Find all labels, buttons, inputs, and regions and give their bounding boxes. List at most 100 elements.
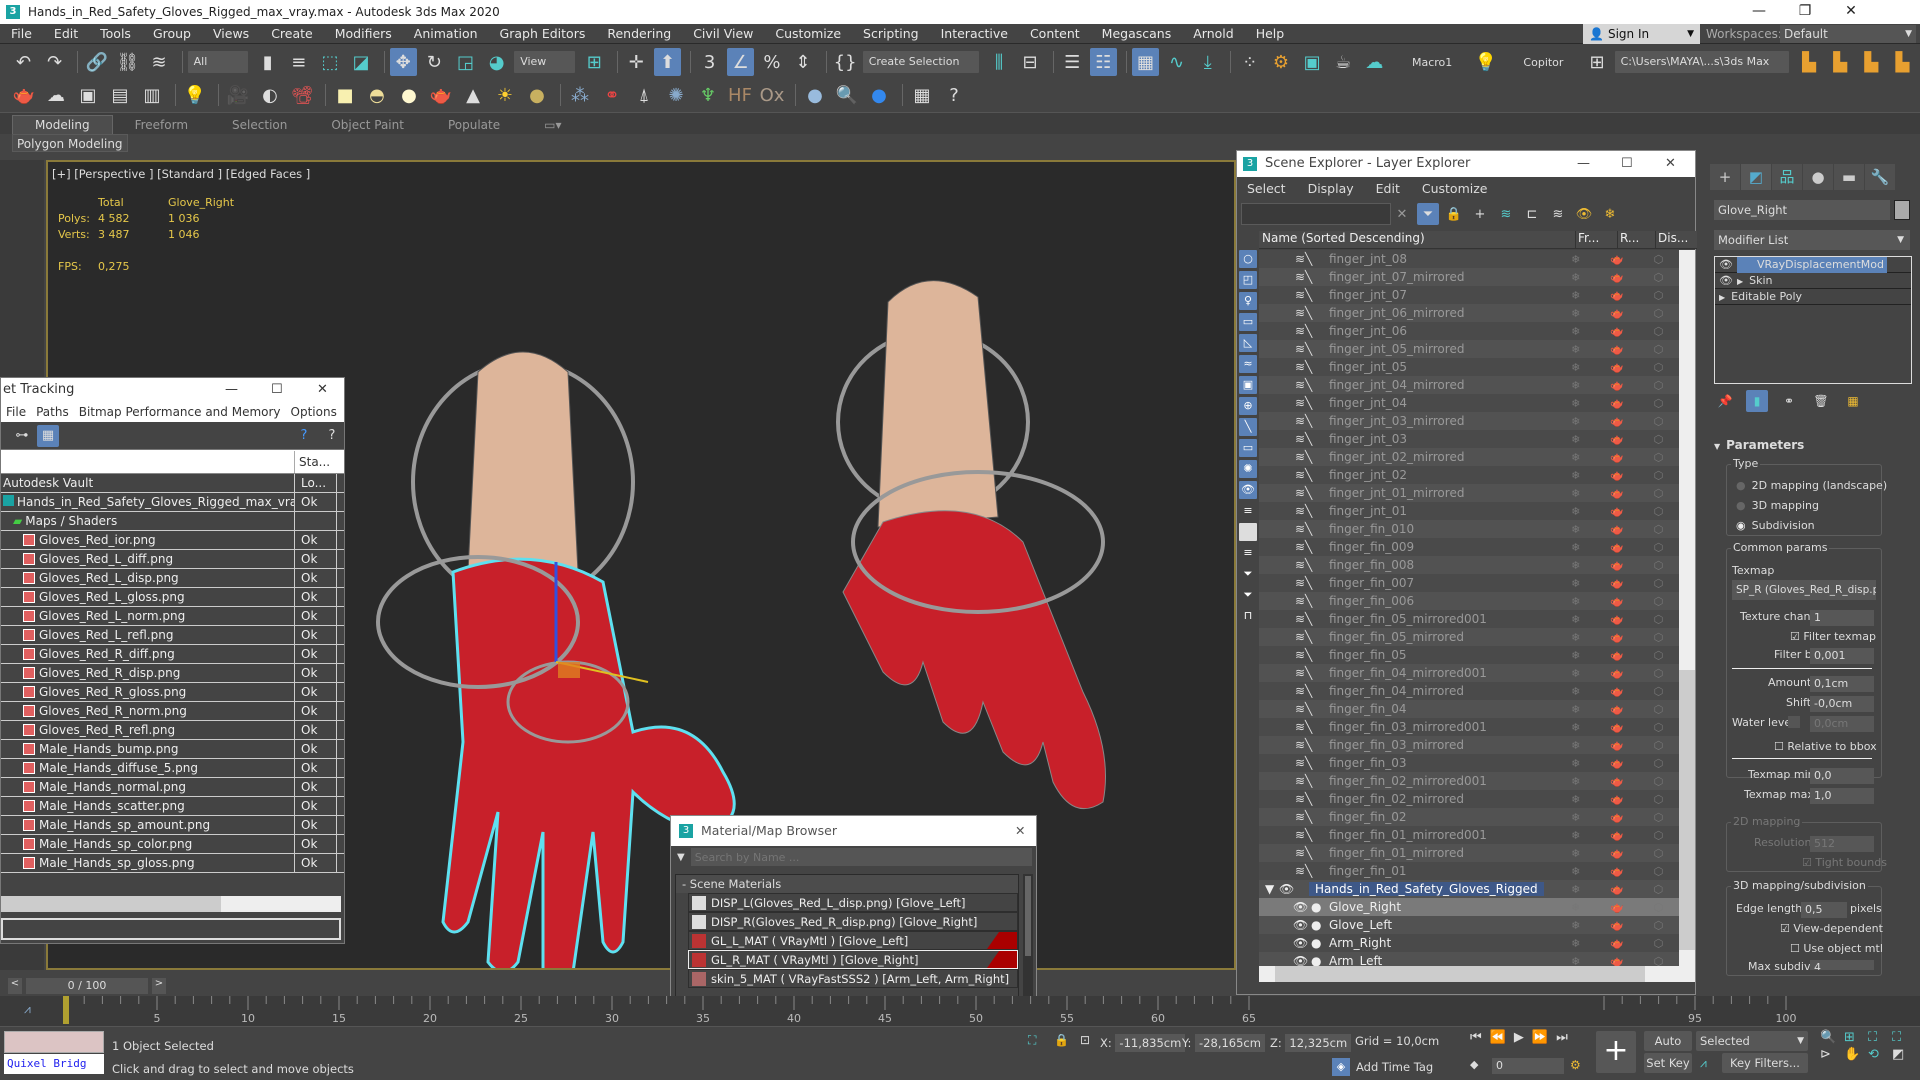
x-coordinate[interactable]: X: -11,835cm — [1100, 1034, 1186, 1052]
ribbon-options-icon[interactable]: ▭▾ — [522, 116, 583, 134]
renderable-toggle-icon[interactable]: 🫖 — [1596, 613, 1637, 626]
lightbulb-icon[interactable]: 💡 — [1472, 48, 1499, 76]
layers-icon[interactable]: ≋ — [1547, 203, 1569, 225]
renderable-toggle-icon[interactable]: 🫖 — [1596, 811, 1637, 824]
frozen-toggle-icon[interactable]: ❄ — [1555, 289, 1596, 302]
time-tag-icon[interactable]: ◈ — [1332, 1058, 1350, 1076]
renderable-toggle-icon[interactable]: 🫖 — [1596, 631, 1637, 644]
search-by-name-input[interactable] — [690, 848, 1032, 866]
menu-interactive[interactable]: Interactive — [930, 26, 1019, 41]
menu-tools[interactable]: Tools — [89, 26, 142, 41]
hierarchy-icon[interactable]: ⊏ — [1521, 203, 1543, 225]
display-box-icon[interactable]: ⬡ — [1638, 271, 1679, 284]
go-to-end-icon[interactable]: ⏭ — [1556, 1030, 1568, 1045]
bone-row[interactable]: ≋╲ finger_jnt_04_mirrored ❄ 🫖 ⬡ — [1259, 376, 1679, 394]
material-item[interactable]: DISP_R(Gloves_Red_R_disp.png) [Glove_Rig… — [688, 912, 1018, 931]
frozen-toggle-icon[interactable]: ❄ — [1555, 325, 1596, 338]
eye-icon[interactable]: 👁 — [1293, 900, 1308, 914]
renderable-toggle-icon[interactable]: 🫖 — [1596, 649, 1637, 662]
bone-row[interactable]: ≋╲ finger_fin_05_mirrored ❄ 🫖 ⬡ — [1259, 628, 1679, 646]
renderable-toggle-icon[interactable]: 🫖 — [1596, 541, 1637, 554]
asset-row[interactable]: Male_Hands_normal.png Ok — [1, 777, 344, 797]
display-box-icon[interactable]: ⬡ — [1638, 541, 1679, 554]
object-color-swatch[interactable] — [1894, 200, 1910, 220]
vray-plane-icon[interactable]: ⍋ — [630, 81, 658, 109]
asset-row[interactable]: Gloves_Red_L_refl.png Ok — [1, 625, 344, 645]
minimize-button[interactable]: — — [225, 378, 238, 402]
menu-display[interactable]: Display — [1308, 181, 1354, 196]
hierarchy-tab-icon[interactable]: 品 — [1772, 164, 1802, 190]
close-button[interactable]: ✕ — [1828, 0, 1874, 24]
layer-explorer-toggle-icon[interactable]: ☷ — [1089, 48, 1117, 76]
macro1-button[interactable]: Macro1 — [1412, 56, 1452, 69]
tab-freeform[interactable]: Freeform — [113, 116, 210, 134]
frozen-toggle-icon[interactable]: ❄ — [1555, 739, 1596, 752]
modifier-stack-item[interactable]: 👁 ▶ Skin — [1715, 273, 1911, 289]
frozen-toggle-icon[interactable]: ❄ — [1555, 919, 1596, 932]
keyboard-shortcut-override-icon[interactable]: ⬆ — [653, 48, 682, 76]
asset-row[interactable]: Gloves_Red_L_gloss.png Ok — [1, 587, 344, 607]
frozen-toggle-icon[interactable]: ❄ — [1555, 577, 1596, 590]
tab-object-paint[interactable]: Object Paint — [309, 116, 426, 134]
plane-light-icon[interactable]: ■ — [331, 81, 359, 109]
bone-row[interactable]: ≋╲ finger_fin_007 ❄ 🫖 ⬡ — [1259, 574, 1679, 592]
texmap-max-spinner[interactable]: 1,0 — [1810, 788, 1874, 804]
bone-row[interactable]: ≋╲ finger_fin_04_mirrored ❄ 🫖 ⬡ — [1259, 682, 1679, 700]
renderable-toggle-icon[interactable]: 🫖 — [1596, 595, 1637, 608]
texmap-min-spinner[interactable]: 0,0 — [1810, 768, 1874, 784]
display-box-icon[interactable]: ⬡ — [1638, 433, 1679, 446]
object-row[interactable]: 👁 ● Glove_Right ❄ 🫖 ⬡ — [1259, 898, 1679, 916]
menu-megascans[interactable]: Megascans — [1091, 26, 1183, 41]
asset-row[interactable]: Gloves_Red_ior.png Ok — [1, 530, 344, 550]
asset-row[interactable]: Gloves_Red_R_diff.png Ok — [1, 644, 344, 664]
bone-row[interactable]: ≋╲ finger_jnt_03 ❄ 🫖 ⬡ — [1259, 430, 1679, 448]
frozen-toggle-icon[interactable]: ❄ — [1555, 685, 1596, 698]
project-folder-icon[interactable]: ▙ — [1827, 48, 1854, 76]
bone-row[interactable]: ≋╲ finger_jnt_07_mirrored ❄ 🫖 ⬡ — [1259, 268, 1679, 286]
renderable-toggle-icon[interactable]: 🫖 — [1596, 469, 1637, 482]
display-box-icon[interactable]: ⬡ — [1638, 289, 1679, 302]
bone-row[interactable]: ≋╲ finger_jnt_02 ❄ 🫖 ⬡ — [1259, 466, 1679, 484]
frozen-toggle-icon[interactable]: ❄ — [1555, 415, 1596, 428]
object-row[interactable]: 👁 ● Arm_Left ❄ 🫖 ⬡ — [1259, 952, 1679, 966]
bone-row[interactable]: ≋╲ finger_fin_03_mirrored ❄ 🫖 ⬡ — [1259, 736, 1679, 754]
menu-bitmap-performance[interactable]: Bitmap Performance and Memory — [74, 405, 286, 419]
bone-row[interactable]: ≋╲ finger_jnt_06_mirrored ❄ 🫖 ⬡ — [1259, 304, 1679, 322]
display-box-icon[interactable]: ⬡ — [1638, 919, 1679, 932]
display-box-icon[interactable]: ⬡ — [1638, 847, 1679, 860]
prev-frame-button[interactable]: < — [8, 978, 22, 994]
asset-row[interactable]: Gloves_Red_R_disp.png Ok — [1, 663, 344, 683]
tree-view-icon[interactable]: ⊶ — [11, 425, 33, 447]
y-coordinate[interactable]: Y: -28,165cm — [1182, 1034, 1265, 1052]
render-production-icon[interactable]: ☕ — [1330, 48, 1357, 76]
minimize-button[interactable]: — — [1577, 151, 1590, 177]
frozen-toggle-icon[interactable]: ❄ — [1555, 793, 1596, 806]
menu-arnold[interactable]: Arnold — [1182, 26, 1244, 41]
renderable-toggle-icon[interactable]: 🫖 — [1596, 271, 1637, 284]
filter-blur-spinner[interactable]: 0,001 — [1810, 648, 1874, 664]
vray-instancer-icon[interactable]: ✺ — [662, 81, 690, 109]
frozen-toggle-icon[interactable]: ❄ — [1555, 559, 1596, 572]
vfb-icon[interactable]: 🔍 — [833, 81, 861, 109]
motion-tab-icon[interactable]: ● — [1803, 164, 1833, 190]
align-icon[interactable]: ⊟ — [1017, 48, 1044, 76]
material-item[interactable]: GL_R_MAT ( VRayMtl ) [Glove_Right] — [688, 950, 1018, 969]
renderable-toggle-icon[interactable]: 🫖 — [1596, 757, 1637, 770]
camera-sequencer-icon[interactable]: ◐ — [256, 81, 284, 109]
display-box-icon[interactable]: ⬡ — [1638, 883, 1679, 896]
display-box-icon[interactable]: ⬡ — [1638, 325, 1679, 338]
renderable-toggle-icon[interactable]: 🫖 — [1596, 415, 1637, 428]
glove-left-mesh[interactable] — [836, 280, 1106, 810]
expand-icon[interactable]: ▼ — [1265, 882, 1274, 896]
bones-filter-icon[interactable]: ╲ — [1239, 418, 1257, 436]
panel-icon[interactable]: ▤ — [106, 81, 134, 109]
redo-icon[interactable]: ↷ — [41, 48, 68, 76]
object-row[interactable]: 👁 ● Glove_Left ❄ 🫖 ⬡ — [1259, 916, 1679, 934]
frozen-toggle-icon[interactable]: ❄ — [1555, 955, 1596, 967]
renderable-toggle-icon[interactable]: 🫖 — [1596, 523, 1637, 536]
go-to-start-icon[interactable]: ⏮ — [1470, 1030, 1482, 1045]
rendered-frame-window-icon[interactable]: ▣ — [1299, 48, 1326, 76]
display-box-icon[interactable]: ⬡ — [1638, 775, 1679, 788]
pan-icon[interactable]: ✋ — [1844, 1047, 1866, 1062]
close-button[interactable]: ✕ — [1015, 816, 1025, 846]
